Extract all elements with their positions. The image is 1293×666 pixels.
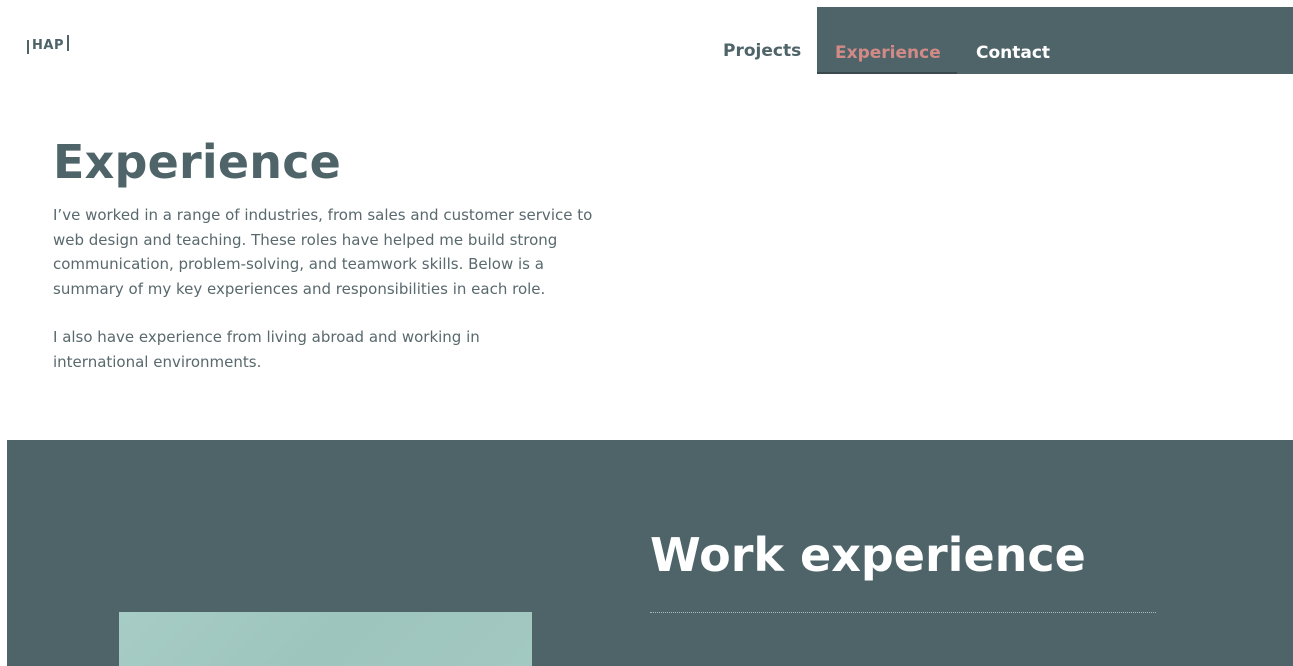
page: HAP Projects Experience Contact Experien… <box>0 0 1293 666</box>
active-nav-indicator <box>817 72 957 74</box>
nav-link-experience[interactable]: Experience <box>835 43 941 63</box>
nav-link-contact[interactable]: Contact <box>976 43 1050 63</box>
section-divider <box>650 612 1156 613</box>
intro-paragraph-1: I’ve worked in a range of industries, fr… <box>53 206 593 298</box>
page-title: Experience <box>53 135 342 189</box>
nav-link-projects[interactable]: Projects <box>723 41 801 61</box>
nav-background <box>817 7 1293 74</box>
logo-bar-left <box>27 40 29 54</box>
logo[interactable]: HAP <box>27 35 69 54</box>
work-image <box>119 612 532 666</box>
logo-bar-right <box>66 35 69 51</box>
intro-paragraph-2: I also have experience from living abroa… <box>53 328 480 371</box>
work-experience-section: Work experience <box>7 440 1293 666</box>
logo-text: HAP <box>32 37 64 53</box>
work-experience-title: Work experience <box>650 528 1086 582</box>
